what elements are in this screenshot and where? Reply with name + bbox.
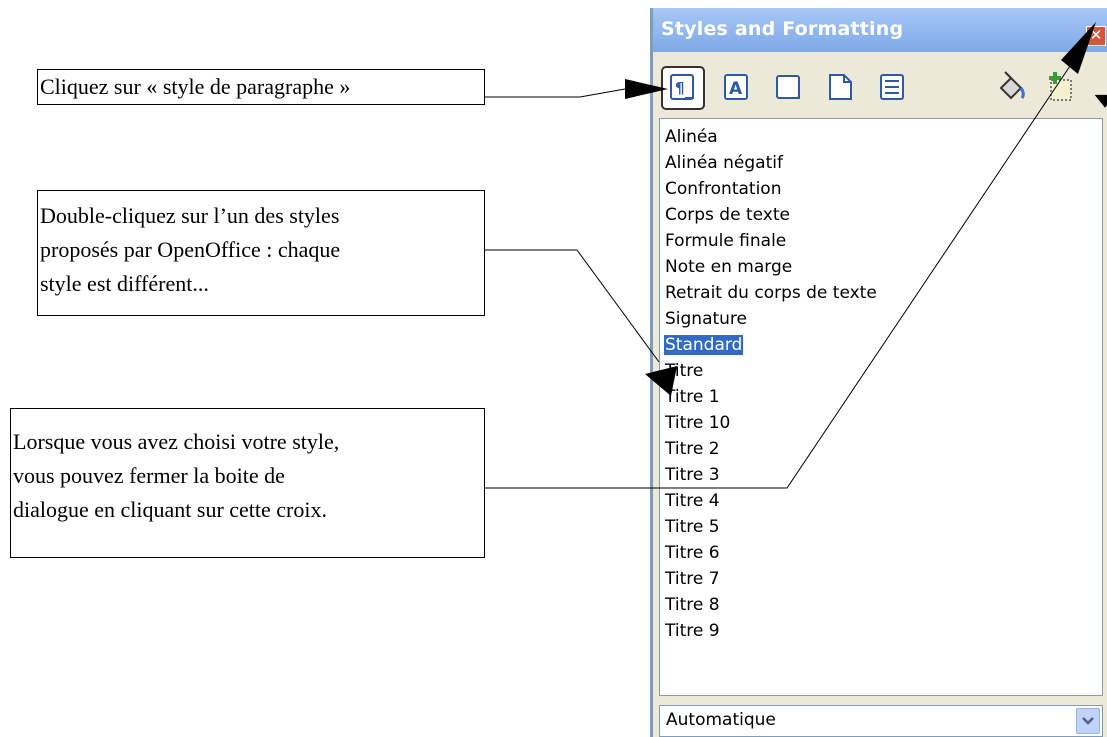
callout-paragraph-style: Cliquez sur « style de paragraphe » [37, 69, 485, 105]
style-list-item[interactable]: Formule finale [660, 228, 1102, 254]
panel-title-bar[interactable]: Styles and Formatting ✕ [653, 8, 1107, 52]
arrow-to-standard-style [485, 249, 677, 396]
frame-styles-button[interactable] [771, 70, 807, 106]
callout-line: vous pouvez fermer la boite de [13, 463, 285, 488]
character-styles-button[interactable]: A [719, 70, 755, 106]
close-button[interactable]: ✕ [1086, 26, 1106, 46]
style-list-item[interactable]: Titre 4 [660, 488, 1102, 514]
style-list-item-label: Titre [665, 361, 704, 381]
new-style-icon [1049, 72, 1072, 101]
style-list-item[interactable]: Titre 6 [660, 540, 1102, 566]
callout-line: Cliquez sur « style de paragraphe » [40, 74, 351, 99]
style-list-item[interactable]: Alinéa négatif [660, 150, 1102, 176]
callout-line: dialogue en cliquant sur cette croix. [13, 497, 327, 522]
fill-format-button[interactable] [993, 70, 1029, 106]
style-filter-dropdown-button[interactable] [1076, 708, 1100, 734]
style-list-item-label: Confrontation [665, 179, 782, 199]
chevron-down-icon [1094, 94, 1107, 108]
list-styles-icon [880, 74, 904, 100]
style-list-item[interactable]: Titre 3 [660, 462, 1102, 488]
styles-and-formatting-panel: Styles and Formatting ✕ ¶ A Alinéa Aliné… [650, 8, 1107, 737]
style-list-item-label: Titre 5 [665, 517, 720, 537]
style-list-item[interactable]: Titre 8 [660, 592, 1102, 618]
style-list-item-label: Alinéa [665, 127, 718, 147]
style-list-item[interactable]: Corps de texte [660, 202, 1102, 228]
style-list-item-label: Note en marge [665, 257, 793, 277]
style-filter-value: Automatique [666, 710, 776, 730]
svg-text:A: A [729, 79, 743, 99]
fill-format-icon [999, 71, 1025, 100]
style-list-item[interactable]: Confrontation [660, 176, 1102, 202]
callout-double-click: Double-cliquez sur l’un des styles propo… [37, 190, 485, 316]
page-styles-icon [829, 74, 852, 100]
arrow-to-paragraph-button [485, 79, 668, 99]
style-list-item-label: Titre 6 [665, 543, 720, 563]
style-list-item[interactable]: Titre 10 [660, 410, 1102, 436]
character-styles-icon: A [724, 74, 748, 100]
style-list-item[interactable]: Standard [660, 332, 1102, 358]
style-list-item[interactable]: Note en marge [660, 254, 1102, 280]
style-list-item-label: Titre 1 [665, 387, 720, 407]
page-styles-button[interactable] [823, 70, 859, 106]
style-filter-select[interactable]: Automatique [659, 705, 1103, 737]
chevron-down-icon [1082, 717, 1094, 725]
style-list-item[interactable]: Retrait du corps de texte [660, 280, 1102, 306]
style-list-item-label: Titre 4 [665, 491, 720, 511]
style-list-item-label: Standard [664, 335, 744, 355]
style-list-item[interactable]: Alinéa [660, 124, 1102, 150]
new-style-button[interactable] [1043, 70, 1079, 106]
style-list-item-label: Signature [665, 309, 748, 329]
style-list-item[interactable]: Titre 5 [660, 514, 1102, 540]
callout-close: Lorsque vous avez choisi votre style, vo… [10, 408, 485, 558]
callout-line: proposés par OpenOffice : chaque [40, 237, 341, 262]
callout-line: Lorsque vous avez choisi votre style, [13, 429, 340, 454]
style-list-item-label: Alinéa négatif [665, 153, 783, 173]
paragraph-styles-icon: ¶ [670, 74, 694, 100]
styles-toolbar: ¶ A [653, 64, 1107, 116]
svg-text:¶: ¶ [675, 79, 685, 97]
style-list[interactable]: Alinéa Alinéa négatif Confrontation Corps d… [659, 118, 1103, 696]
callout-line: Double-cliquez sur l’un des styles [40, 203, 340, 228]
style-list-item-label: Retrait du corps de texte [665, 283, 877, 303]
paragraph-styles-button[interactable]: ¶ [661, 66, 705, 110]
panel-title: Styles and Formatting [661, 18, 904, 40]
style-list-item-label: Titre 7 [665, 569, 720, 589]
style-list-item[interactable]: Titre 9 [660, 618, 1102, 644]
style-list-item[interactable]: Titre 7 [660, 566, 1102, 592]
style-list-item-label: Corps de texte [665, 205, 790, 225]
style-list-item-label: Titre 3 [665, 465, 720, 485]
list-styles-button[interactable] [875, 70, 911, 106]
style-list-item-label: Titre 10 [665, 413, 731, 433]
frame-styles-icon [776, 75, 800, 99]
callout-line: style est différent... [40, 271, 209, 296]
close-icon: ✕ [1089, 26, 1103, 44]
toolbar-dropdown-button[interactable] [1087, 82, 1107, 108]
style-list-item-label: Titre 8 [665, 595, 720, 615]
style-list-item[interactable]: Titre 2 [660, 436, 1102, 462]
style-list-item[interactable]: Titre [660, 358, 1102, 384]
style-list-item[interactable]: Titre 1 [660, 384, 1102, 410]
style-list-item-label: Titre 2 [665, 439, 720, 459]
style-list-item-label: Formule finale [665, 231, 787, 251]
style-list-item-label: Titre 9 [665, 621, 720, 641]
style-list-item[interactable]: Signature [660, 306, 1102, 332]
